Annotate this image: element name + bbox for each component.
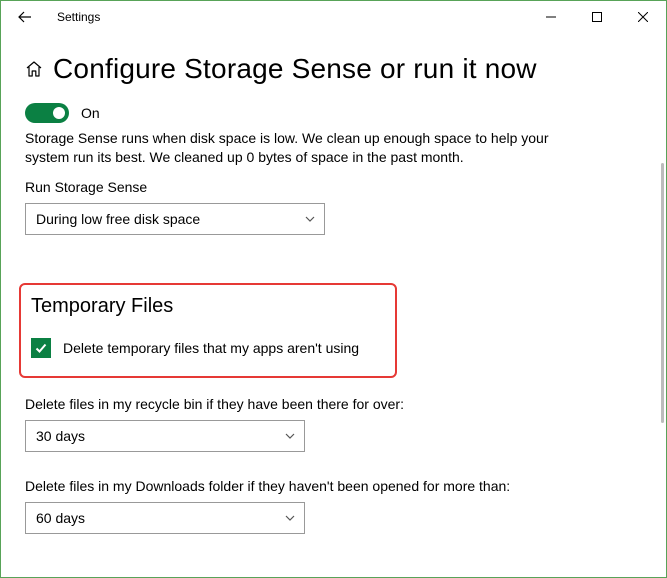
window-controls <box>528 1 666 33</box>
maximize-button[interactable] <box>574 1 620 33</box>
checkmark-icon <box>34 341 48 355</box>
downloads-dropdown-value: 60 days <box>36 510 85 526</box>
delete-temp-files-checkbox[interactable] <box>31 338 51 358</box>
content-area: Configure Storage Sense or run it now On… <box>1 33 666 577</box>
downloads-dropdown[interactable]: 60 days <box>25 502 305 534</box>
minimize-button[interactable] <box>528 1 574 33</box>
back-button[interactable] <box>9 1 41 33</box>
maximize-icon <box>592 12 602 22</box>
delete-temp-files-label: Delete temporary files that my apps aren… <box>63 340 359 356</box>
temporary-files-highlight: Temporary Files Delete temporary files t… <box>19 283 397 378</box>
temporary-files-heading: Temporary Files <box>31 295 385 318</box>
page-heading-row: Configure Storage Sense or run it now <box>25 53 642 85</box>
toggle-knob <box>53 107 65 119</box>
chevron-down-icon <box>284 512 296 524</box>
delete-temp-files-row: Delete temporary files that my apps aren… <box>31 338 385 358</box>
page-title: Configure Storage Sense or run it now <box>53 53 537 85</box>
storage-sense-description: Storage Sense runs when disk space is lo… <box>25 129 585 167</box>
chevron-down-icon <box>304 213 316 225</box>
storage-sense-toggle-label: On <box>81 105 100 121</box>
scrollbar-thumb[interactable] <box>661 163 664 423</box>
chevron-down-icon <box>284 430 296 442</box>
settings-window: Settings <box>0 0 667 578</box>
downloads-section: Delete files in my Downloads folder if t… <box>25 478 642 534</box>
run-dropdown-value: During low free disk space <box>36 211 200 227</box>
close-button[interactable] <box>620 1 666 33</box>
home-icon <box>25 60 43 78</box>
window-title: Settings <box>57 10 100 24</box>
recycle-bin-dropdown[interactable]: 30 days <box>25 420 305 452</box>
downloads-label: Delete files in my Downloads folder if t… <box>25 478 642 494</box>
storage-sense-toggle-row: On <box>25 103 642 123</box>
back-arrow-icon <box>17 9 33 25</box>
titlebar: Settings <box>1 1 666 33</box>
recycle-bin-section: Delete files in my recycle bin if they h… <box>25 396 642 452</box>
minimize-icon <box>546 12 556 22</box>
close-icon <box>638 12 648 22</box>
run-storage-sense-label: Run Storage Sense <box>25 179 642 195</box>
recycle-dropdown-value: 30 days <box>36 428 85 444</box>
recycle-bin-label: Delete files in my recycle bin if they h… <box>25 396 642 412</box>
run-storage-sense-dropdown[interactable]: During low free disk space <box>25 203 325 235</box>
storage-sense-toggle[interactable] <box>25 103 69 123</box>
